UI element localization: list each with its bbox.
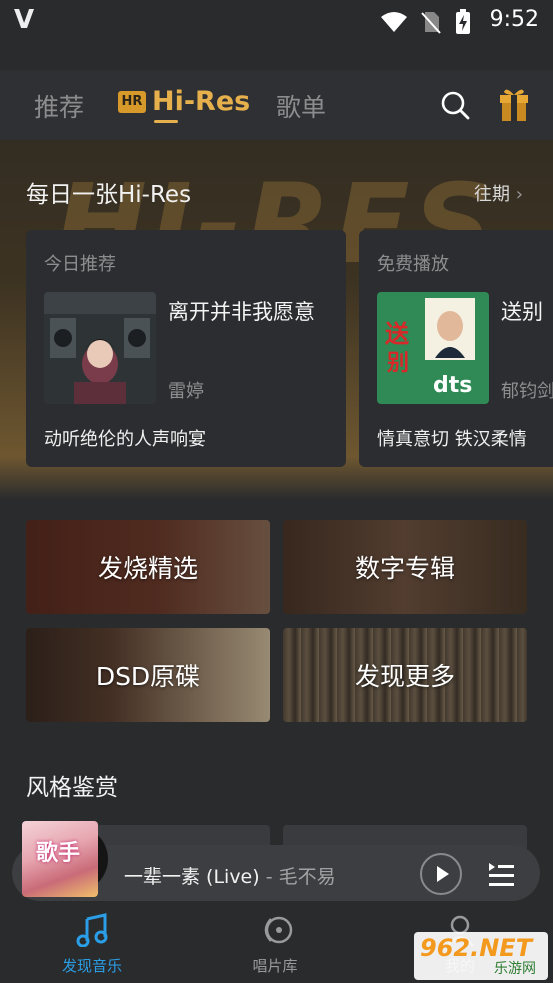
category-label: 发烧精选	[97, 554, 198, 583]
card-song-title: 离开并非我愿意	[168, 300, 315, 324]
card-description: 动听绝伦的人声响宴	[44, 429, 206, 450]
music-note-icon	[76, 913, 108, 948]
nav-label: 唱片库	[252, 957, 298, 975]
card-artist: 郁钧剑	[501, 381, 553, 402]
category-digital-album[interactable]: 数字专辑	[283, 520, 527, 614]
now-playing-cover[interactable]: 歌手	[22, 821, 98, 897]
tab-playlist[interactable]: 歌单	[276, 88, 326, 124]
nav-label: 发现音乐	[61, 957, 122, 975]
cover-title-art: 歌手	[36, 841, 81, 866]
playlist-queue-icon[interactable]	[486, 860, 516, 888]
svg-text:别: 别	[386, 351, 409, 376]
record-library-icon	[264, 916, 293, 944]
play-icon	[437, 866, 449, 882]
site-watermark: 962.NET 乐游网	[414, 932, 548, 980]
hr-badge-icon: HR	[118, 90, 146, 113]
card-description: 情真意切 铁汉柔情	[377, 429, 527, 450]
now-playing-info[interactable]: 一辈一素 (Live) - 毛不易	[124, 862, 336, 889]
category-discover-more[interactable]: 发现更多	[283, 628, 527, 722]
daily-hires-title: 每日一张Hi-Res	[26, 182, 192, 208]
battery-charging-icon	[456, 9, 470, 34]
category-fever-selection[interactable]: 发烧精选	[26, 520, 270, 614]
past-issues-link[interactable]: 往期 ›	[474, 180, 523, 206]
now-playing-song: 一辈一素 (Live)	[124, 866, 260, 888]
card-song-title: 送别	[501, 300, 543, 324]
nav-record-library[interactable]: 唱片库	[215, 913, 335, 976]
app-logo-icon: V	[14, 5, 35, 35]
album-cover	[44, 292, 156, 404]
tab-hires[interactable]: HR Hi-Res	[118, 86, 251, 123]
wifi-icon	[381, 12, 407, 32]
card-artist: 雷婷	[168, 381, 204, 402]
top-tab-bar: 推荐 HR Hi-Res 歌单	[0, 70, 553, 140]
search-icon[interactable]	[440, 90, 470, 120]
nav-discover-music[interactable]: 发现音乐	[32, 913, 152, 976]
tab-hires-label: Hi-Res	[152, 86, 251, 117]
now-playing-artist: 毛不易	[278, 866, 336, 888]
category-label: 数字专辑	[354, 554, 455, 583]
tab-active-indicator	[154, 120, 178, 123]
category-dsd-original[interactable]: DSD原碟	[26, 628, 270, 722]
category-label: 发现更多	[354, 662, 455, 691]
no-sim-icon	[421, 12, 441, 34]
chevron-right-icon: ›	[515, 184, 523, 205]
card-tag: 免费播放	[377, 254, 449, 275]
album-cover: 送 别 dts	[377, 292, 489, 404]
gift-icon[interactable]	[498, 86, 530, 122]
card-tag: 今日推荐	[44, 254, 116, 275]
status-icons	[381, 9, 471, 35]
status-bar: V 9:52	[0, 0, 553, 40]
tab-recommend[interactable]: 推荐	[34, 88, 84, 124]
svg-text:dts: dts	[433, 373, 472, 398]
category-label: DSD原碟	[95, 662, 201, 691]
daily-album-card[interactable]: 今日推荐 离开并非我愿意 雷婷 动听绝伦的人声响宴	[26, 230, 346, 467]
style-section-title: 风格鉴赏	[26, 775, 118, 801]
svg-text:送: 送	[385, 320, 410, 348]
past-issues-label: 往期	[474, 184, 510, 205]
daily-album-card[interactable]: 免费播放 送 别 dts 送别 郁钧剑 情真意切 铁汉柔情	[359, 230, 553, 467]
play-button[interactable]	[420, 853, 462, 895]
status-time: 9:52	[489, 7, 539, 32]
watermark-sub: 乐游网	[494, 961, 536, 977]
now-playing-separator: -	[259, 866, 279, 888]
